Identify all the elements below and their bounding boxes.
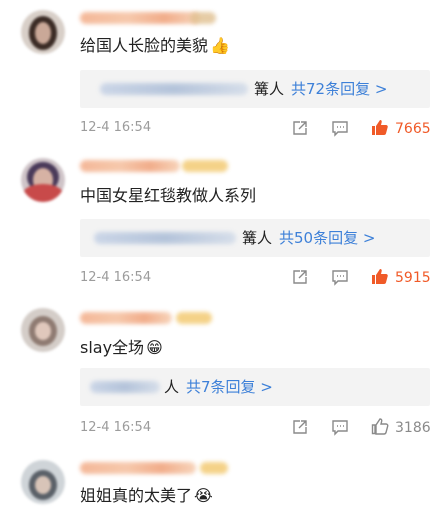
timestamp: 12-4 16:54 <box>80 420 152 435</box>
thumbs-up-icon[interactable] <box>371 118 389 136</box>
reply-preview[interactable]: 人 共7条回复 > <box>80 368 430 406</box>
share-icon[interactable] <box>291 418 309 436</box>
comment-text: 中国女星红毯教做人系列 <box>80 185 256 207</box>
comment-icon[interactable] <box>331 418 349 436</box>
timestamp: 12-4 16:54 <box>80 270 152 285</box>
share-icon[interactable] <box>291 268 309 286</box>
reply-tail: 人 <box>164 378 180 396</box>
reply-author-blur <box>94 232 236 244</box>
comment-text-body: slay全场 <box>80 338 145 357</box>
user-badge <box>182 160 228 172</box>
like-count: 7665 <box>395 121 431 137</box>
comment-text-body: 中国女星红毯教做人系列 <box>80 186 257 205</box>
reply-preview[interactable]: 篝人 共72条回复 > <box>80 70 430 108</box>
reply-count-link[interactable]: 共7条回复 > <box>186 377 273 397</box>
grinning-emoji: 😁 <box>146 338 163 357</box>
comment-text: slay全场 😁 <box>80 337 163 359</box>
like-count: 3186 <box>395 420 431 436</box>
comment-text-body: 给国人长脸的美貌 <box>80 36 209 55</box>
user-badge <box>176 312 212 324</box>
comment-icon[interactable] <box>331 268 349 286</box>
comment-text: 给国人长脸的美貌 👍 <box>80 35 230 57</box>
username[interactable] <box>80 160 180 172</box>
comment-icon[interactable] <box>331 119 349 137</box>
reply-preview[interactable]: 篝人 共50条回复 > <box>80 219 430 257</box>
avatar[interactable] <box>21 158 65 202</box>
reply-count-link[interactable]: 共50条回复 > <box>279 228 375 248</box>
username[interactable] <box>80 12 200 24</box>
thumbs-up-emoji: 👍 <box>210 36 230 55</box>
reply-count-link[interactable]: 共72条回复 > <box>291 79 387 99</box>
reply-author-blur <box>90 381 160 393</box>
thumbs-up-icon[interactable] <box>371 417 389 435</box>
crying-emoji: 😭 <box>194 486 213 505</box>
avatar[interactable] <box>21 308 65 352</box>
like-count: 5915 <box>395 270 431 286</box>
timestamp: 12-4 16:54 <box>80 120 152 135</box>
avatar[interactable] <box>21 460 65 504</box>
thumbs-up-icon[interactable] <box>371 267 389 285</box>
user-badge <box>190 12 216 24</box>
reply-tail: 篝人 <box>254 80 285 98</box>
username[interactable] <box>80 312 172 324</box>
user-badge <box>200 462 228 474</box>
share-icon[interactable] <box>291 119 309 137</box>
comment-text-body: 姐姐真的太美了 <box>80 486 193 505</box>
avatar[interactable] <box>21 10 65 54</box>
reply-tail: 篝人 <box>242 229 273 247</box>
username[interactable] <box>80 462 196 474</box>
comment-text: 姐姐真的太美了 😭 <box>80 485 213 507</box>
reply-author-blur <box>100 83 248 95</box>
